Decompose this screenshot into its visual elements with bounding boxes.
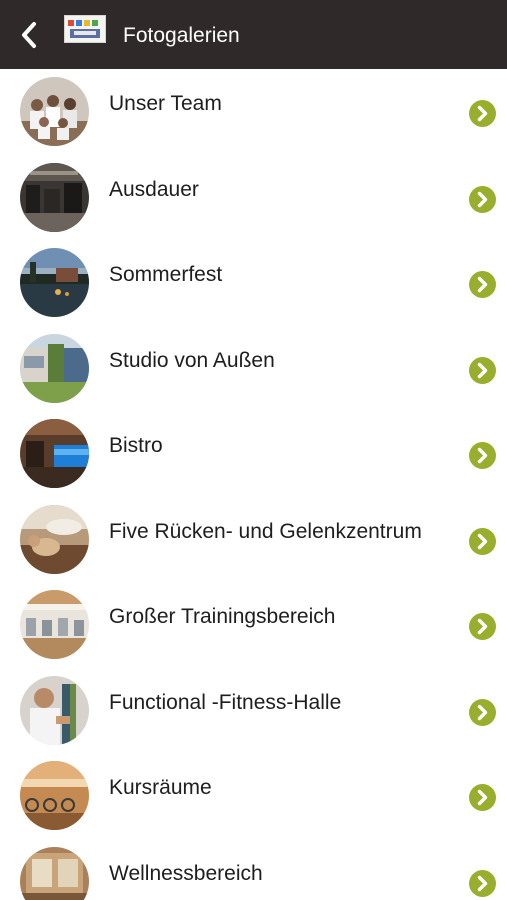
chevron-right-circle-icon[interactable] — [469, 869, 496, 897]
chevron-right-circle-icon[interactable] — [469, 784, 496, 811]
chevron-right-circle-icon[interactable] — [469, 356, 496, 384]
chevron-left-icon — [22, 22, 36, 48]
gallery-item-label: Functional -Fitness-Halle — [109, 690, 342, 714]
sauna-photo-thumbnail — [20, 846, 89, 900]
gallery-item-label: Unser Team — [109, 92, 222, 115]
chevron-right-circle-icon[interactable] — [469, 100, 496, 127]
gallery-item-ausdauer[interactable]: Ausdauer — [0, 155, 507, 241]
chevron-right-circle-icon[interactable] — [469, 698, 496, 726]
pond-at-dusk-photo-thumbnail — [20, 248, 89, 317]
app-screen: Fotogalerien Unser Team Ausdauer Sommerf… — [0, 0, 507, 900]
back-training-photo-thumbnail — [20, 504, 89, 574]
cardio-area-photo-thumbnail — [20, 162, 89, 232]
gallery-item-label: Five Rücken- und Gelenkzentrum — [109, 519, 422, 543]
spinning-room-photo-thumbnail — [20, 761, 89, 830]
chevron-right-circle-icon[interactable] — [469, 271, 496, 298]
back-button[interactable] — [14, 18, 44, 52]
gallery-item-label: Kursräume — [109, 776, 212, 799]
chevron-right-circle-icon[interactable] — [469, 527, 496, 555]
gallery-item-five-ruecken-gelenkzentrum[interactable]: Five Rücken- und Gelenkzentrum — [0, 497, 507, 583]
gallery-item-label: Bistro — [109, 434, 163, 457]
gallery-item-kursraeume[interactable]: Kursräume — [0, 753, 507, 839]
gallery-item-label: Sommerfest — [109, 263, 223, 286]
gallery-list: Unser Team Ausdauer Sommerfest Studio vo… — [0, 69, 507, 900]
gallery-item-functional-fitness-halle[interactable]: Functional -Fitness-Halle — [0, 668, 507, 754]
training-hall-photo-thumbnail — [20, 590, 89, 659]
gallery-item-grosser-trainingsbereich[interactable]: Großer Trainingsbereich — [0, 582, 507, 668]
top-app-bar: Fotogalerien — [0, 0, 507, 69]
gallery-item-wellnessbereich[interactable]: Wellnessbereich — [0, 839, 507, 900]
gallery-item-label: Großer Trainingsbereich — [109, 605, 336, 628]
gallery-item-label: Studio von Außen — [109, 348, 275, 372]
functional-fitness-photo-thumbnail — [20, 675, 89, 745]
gallery-item-studio-von-aussen[interactable]: Studio von Außen — [0, 326, 507, 412]
chevron-right-circle-icon[interactable] — [469, 442, 496, 469]
bistro-photo-thumbnail — [20, 419, 89, 488]
chevron-right-circle-icon[interactable] — [469, 613, 496, 640]
page-title: Fotogalerien — [123, 24, 240, 47]
gallery-item-sommerfest[interactable]: Sommerfest — [0, 240, 507, 326]
gallery-item-unser-team[interactable]: Unser Team — [0, 69, 507, 155]
gallery-item-bistro[interactable]: Bistro — [0, 411, 507, 497]
gallery-item-label: Wellnessbereich — [109, 861, 263, 885]
gallery-item-label: Ausdauer — [109, 177, 199, 201]
chevron-right-circle-icon[interactable] — [469, 185, 496, 213]
gym-logo-icon — [64, 15, 106, 43]
team-photo-thumbnail — [20, 77, 89, 146]
building-exterior-photo-thumbnail — [20, 333, 89, 403]
